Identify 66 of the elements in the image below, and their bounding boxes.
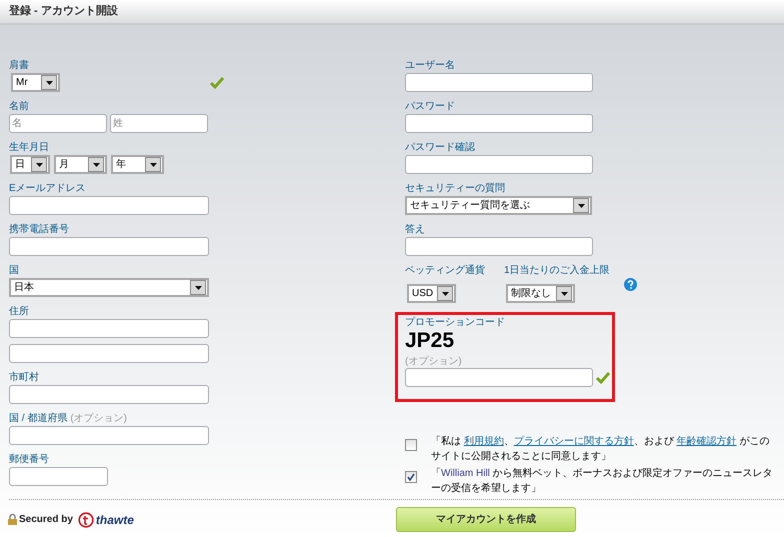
logo-icon [78,512,94,528]
input-field[interactable]: 名 [9,114,107,133]
field-label: 住所 [9,305,29,319]
field-label: 名前 [9,100,29,114]
consent-text: 「William Hill から無料ベット、ボーナスおよび限定オファーのニュースレターの受信を希望します」 [431,466,774,496]
select-field[interactable]: セキュリティー質問を選ぶ [405,196,592,215]
create-account-button[interactable]: マイアカウントを作成 [396,507,576,532]
padlock-icon [8,514,17,525]
input-field[interactable] [9,237,209,256]
caret-icon [194,286,202,290]
secured-text: Secured by [19,513,73,527]
caret-icon [442,292,448,296]
field-label: 肩書 [9,59,29,73]
caret-icon [560,292,568,296]
field-label: 市町村 [9,371,39,385]
input-field[interactable] [405,155,593,174]
input-field[interactable] [9,467,108,486]
field-label: 国 [9,264,19,278]
caret-icon [36,162,42,166]
field-label: 郵便番号 [9,453,49,467]
input-field[interactable]: 姓 [110,114,208,133]
caret-icon [578,204,584,208]
field-label: ユーザー名 [405,59,455,73]
checkbox[interactable] [405,439,417,451]
field-label: ベッティング通貨 [405,264,486,278]
input-field[interactable] [9,319,209,338]
field-label: 携帯電話番号 [9,223,69,237]
input-field[interactable] [9,344,209,363]
input-field[interactable] [405,237,593,256]
brand-name: thawte [96,512,134,528]
link[interactable]: 利用規約 [464,436,504,447]
link[interactable]: プライバシーに関する方針 [514,436,634,447]
input-field[interactable] [405,73,593,92]
input-field[interactable] [9,196,209,215]
optional-note: (オプション) [405,355,463,368]
field-label: Eメールアドレス [9,182,86,196]
caret-icon [46,80,52,84]
select-field[interactable]: 月 [54,155,107,174]
input-field[interactable] [405,368,593,387]
field-label: パスワード [405,100,455,114]
select-field[interactable]: 日 [10,155,50,174]
caret-icon [92,162,100,166]
field-label: 国 / 都道府県 [9,412,68,426]
field-label: 答え [405,223,425,237]
consent-text: 「私は 利用規約、プライバシーに関する方針、および 年齢確認方針 がこのサイトに公開されることに同意します」 [431,434,770,464]
page-title: 登録 - アカウント開設 [9,4,118,20]
input-field[interactable] [9,385,209,404]
caret-icon [150,162,156,166]
field-label: プロモーションコード [405,316,506,329]
optional-note: (オプション) [70,412,128,426]
checkmark-icon [407,473,415,481]
promo-code: JP25 [405,329,456,353]
help-icon[interactable] [624,278,637,291]
field-label: パスワード確認 [405,141,475,155]
select-field[interactable]: Mr [11,73,60,92]
select-field[interactable]: 制限なし [506,284,575,303]
link[interactable]: 年齢確認方針 [676,436,737,447]
select-field[interactable]: USD [407,284,456,303]
select-field[interactable]: 日本 [9,278,209,297]
field-label: セキュリティーの質問 [405,182,505,196]
checkbox[interactable] [405,471,417,483]
input-field[interactable] [9,426,209,445]
input-field[interactable] [405,114,593,133]
field-label: 生年月日 [9,141,49,155]
select-field[interactable]: 年 [111,155,164,174]
field-label: 1日当たりのご入金上限 [504,264,611,278]
